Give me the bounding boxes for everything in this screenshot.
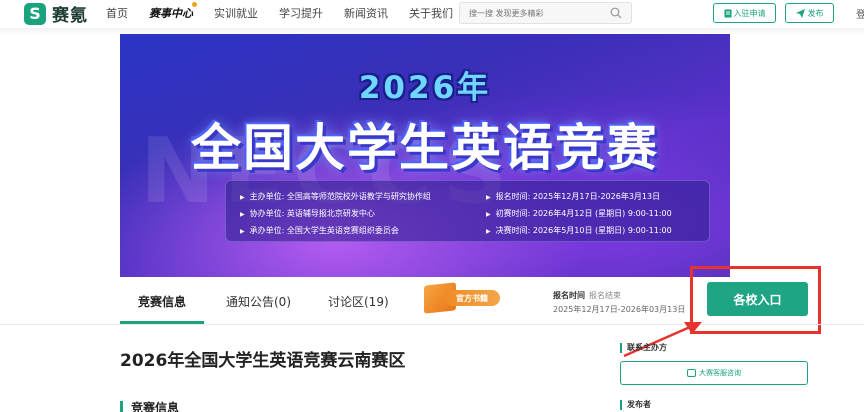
tabs-divider	[0, 324, 864, 325]
login-link[interactable]: 登	[856, 6, 864, 21]
menu-item-news[interactable]: 新闻资讯	[344, 5, 388, 21]
menu-item-home[interactable]: 首页	[106, 5, 128, 21]
schedule-info: 报名时间: 2025年12月17日-2026年3月13日 初赛时间: 2026年…	[486, 189, 672, 240]
menu-item-about[interactable]: 关于我们	[409, 5, 453, 21]
registration-label: 报名时间	[553, 291, 585, 300]
info-final: 决赛时间: 2026年5月10日 (星期日) 9:00-11:00	[486, 223, 672, 240]
tab-discussion[interactable]: 讨论区(19)	[328, 293, 389, 310]
info-preliminary: 初赛时间: 2026年4月12日 (星期日) 9:00-11:00	[486, 206, 672, 223]
contact-heading: 联系主办方	[620, 343, 667, 353]
top-nav: S 赛氪 首页 赛事中心 实训就业 学习提升 新闻资讯 关于我们 入驻申请 发布…	[0, 0, 864, 28]
info-organizer: 主办单位: 全国高等师范院校外语教学与研究协作组	[240, 189, 431, 206]
organizer-info: 主办单位: 全国高等师范院校外语教学与研究协作组 协办单位: 英语辅导报北京研发…	[240, 189, 431, 240]
search-box	[459, 2, 632, 24]
apply-label: 入驻申请	[733, 8, 766, 18]
logo-text: 赛氪	[52, 6, 88, 26]
registration-range: 2025年12月17日-2026年03月13日	[553, 305, 686, 314]
search-input[interactable]	[469, 8, 609, 18]
menu-item-learning[interactable]: 学习提升	[279, 5, 323, 21]
document-icon	[724, 9, 731, 17]
info-co-organizer: 协办单位: 英语辅导报北京研发中心	[240, 206, 431, 223]
apply-button[interactable]: 入驻申请	[713, 3, 776, 23]
menu-item-training[interactable]: 实训就业	[214, 5, 258, 21]
banner-year: 2026年	[358, 70, 492, 106]
contact-button[interactable]: 大赛客服咨询	[620, 361, 808, 385]
publish-label: 发布	[807, 8, 824, 18]
publisher-heading: 发布者	[620, 400, 651, 410]
banner-info-box: 主办单位: 全国高等师范院校外语教学与研究协作组 协办单位: 英语辅导报北京研发…	[225, 180, 710, 242]
official-books-label: 官方书籍	[444, 290, 500, 306]
pointer-arrow-icon	[623, 322, 702, 358]
page-title: 2026年全国大学生英语竞赛云南赛区	[120, 351, 406, 371]
main-menu: 首页 赛事中心 实训就业 学习提升 新闻资讯 关于我们	[106, 2, 474, 21]
chat-icon	[687, 369, 696, 377]
section-heading: 竞赛信息	[120, 401, 179, 412]
banner-title: 全国大学生英语竞赛	[191, 119, 659, 177]
info-registration: 报名时间: 2025年12月17日-2026年3月13日	[486, 189, 672, 206]
registration-status: 报名时间 报名结束	[553, 290, 621, 301]
menu-item-competitions[interactable]: 赛事中心	[149, 2, 197, 21]
site-logo[interactable]: S 赛氪	[24, 1, 88, 26]
search-icon[interactable]	[610, 7, 622, 19]
contact-button-label: 大赛客服咨询	[699, 369, 741, 377]
tab-competition-info[interactable]: 竞赛信息	[138, 293, 186, 310]
send-icon	[795, 8, 805, 18]
tab-notices[interactable]: 通知公告(0)	[226, 293, 291, 310]
registration-status-text: 报名结束	[589, 291, 621, 300]
competition-banner: NECCS 2026年 全国大学生英语竞赛 主办单位: 全国高等师范院校外语教学…	[120, 34, 730, 277]
logo-mark: S	[24, 2, 46, 25]
official-books-badge[interactable]: 官方书籍	[420, 282, 500, 314]
info-host: 承办单位: 全国大学生英语竞赛组织委员会	[240, 223, 431, 240]
publish-button[interactable]: 发布	[785, 3, 834, 23]
